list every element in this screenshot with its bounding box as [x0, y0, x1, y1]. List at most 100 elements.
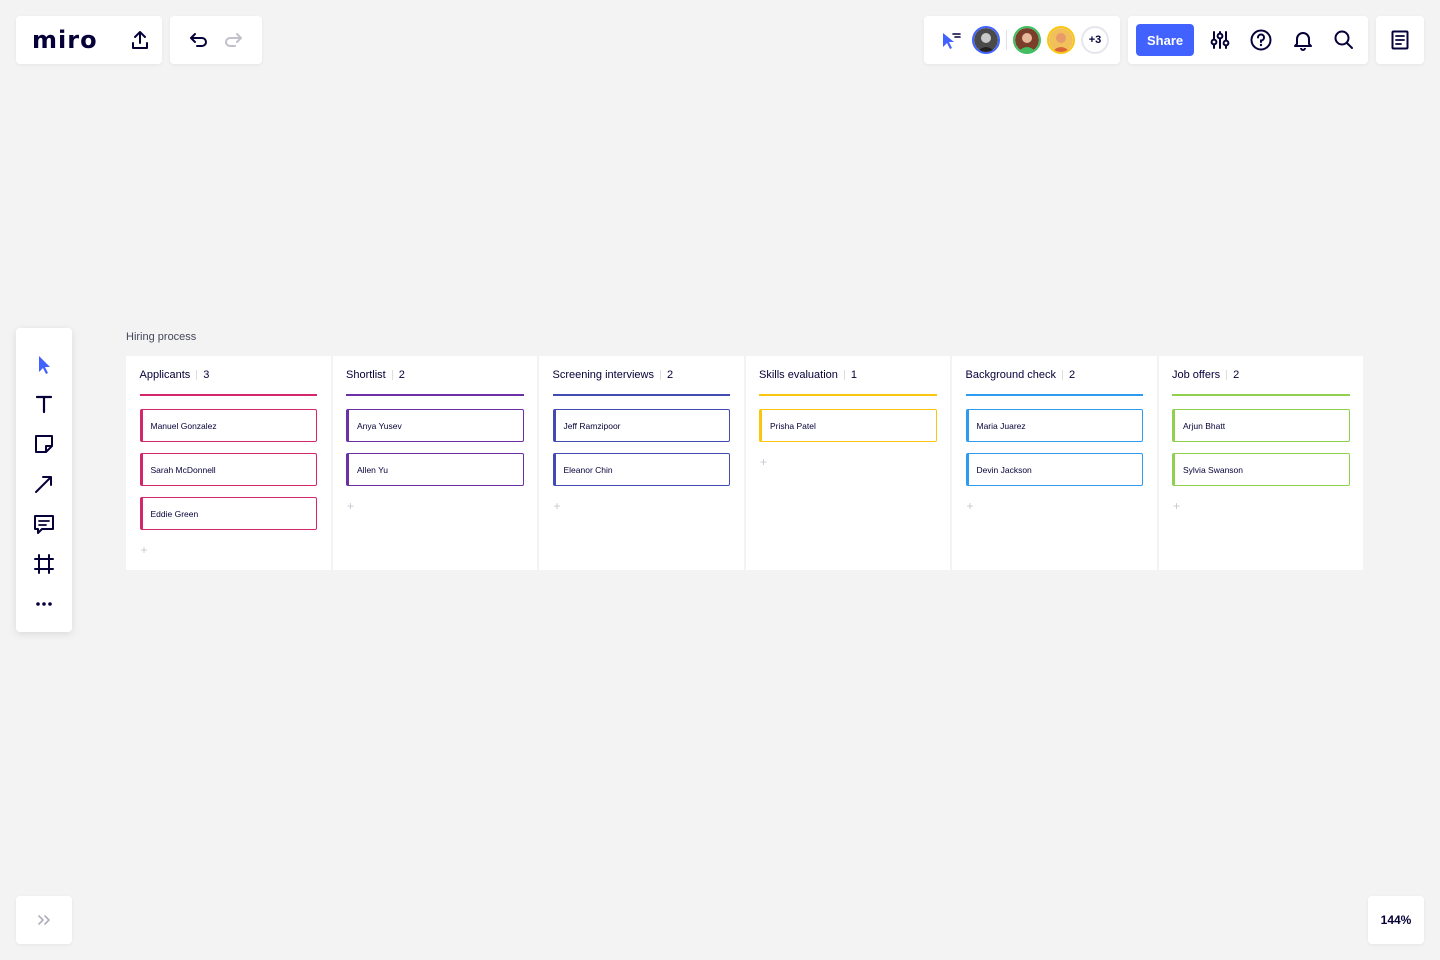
tools-panel: Share — [1128, 16, 1368, 64]
avatar-3[interactable] — [1047, 26, 1075, 54]
column-header: Job offers 2 — [1172, 356, 1350, 396]
card-list: Anya Yusev Allen Yu + — [346, 396, 524, 515]
column-title[interactable]: Screening interviews — [553, 369, 655, 381]
kanban-card[interactable]: Anya Yusev — [346, 409, 524, 442]
settings-sliders-icon[interactable] — [1204, 24, 1236, 56]
column-title[interactable]: Job offers — [1172, 369, 1220, 381]
column-title[interactable]: Skills evaluation — [759, 369, 838, 381]
more-tools-icon[interactable] — [24, 584, 64, 624]
card-list: Jeff Ramzipoor Eleanor Chin + — [552, 396, 730, 515]
card-title: Manuel Gonzalez — [150, 420, 217, 431]
creation-toolbar — [16, 328, 72, 632]
column-title[interactable]: Applicants — [140, 369, 191, 381]
card-title: Sarah McDonnell — [150, 464, 216, 475]
kanban-card[interactable]: Manuel Gonzalez — [139, 409, 317, 442]
more-collaborators-badge[interactable]: +3 — [1081, 26, 1109, 54]
kanban-column[interactable]: Applicants 3 Manuel Gonzalez Sarah McDonnel… — [126, 356, 331, 570]
frame-tool-icon[interactable] — [24, 544, 64, 584]
miro-logo[interactable]: miro — [32, 26, 98, 54]
history-panel — [170, 16, 262, 64]
kanban-card[interactable]: Prisha Patel — [759, 409, 937, 442]
card-list: Maria Juarez Devin Jackson + — [965, 396, 1143, 515]
kanban-column[interactable]: Shortlist 2 Anya Yusev Allen Yu + — [332, 356, 537, 570]
card-title: Arjun Bhatt — [1183, 420, 1226, 431]
count-divider — [196, 370, 198, 380]
kanban-column[interactable]: Job offers 2 Arjun Bhatt Sylvia Swanson + — [1158, 356, 1363, 570]
kanban-card[interactable]: Arjun Bhatt — [1172, 409, 1350, 442]
kanban-card[interactable]: Maria Juarez — [965, 409, 1143, 442]
card-title: Jeff Ramzipoor — [563, 420, 621, 431]
column-header: Shortlist 2 — [346, 356, 524, 396]
collaborators-panel: +3 — [924, 16, 1120, 64]
count-divider — [843, 370, 845, 380]
column-card-count: 2 — [398, 369, 405, 381]
avatar-1[interactable] — [972, 26, 1000, 54]
column-card-count: 3 — [203, 369, 210, 381]
cursor-follow-icon[interactable] — [934, 24, 966, 56]
count-divider — [1226, 370, 1228, 380]
count-divider — [391, 370, 393, 380]
add-card-button[interactable]: + — [553, 500, 561, 512]
column-header: Applicants 3 — [139, 356, 317, 396]
kanban-card[interactable]: Allen Yu — [346, 453, 524, 486]
notifications-bell-icon[interactable] — [1287, 24, 1319, 56]
column-header: Skills evaluation 1 — [759, 356, 937, 396]
share-button[interactable]: Share — [1136, 24, 1195, 56]
expand-panel — [16, 896, 72, 944]
card-title: Devin Jackson — [976, 464, 1032, 475]
undo-icon[interactable] — [182, 24, 214, 56]
column-title[interactable]: Shortlist — [346, 369, 386, 381]
notes-icon[interactable] — [1384, 24, 1416, 56]
sticky-note-icon[interactable] — [24, 424, 64, 464]
column-header: Screening interviews 2 — [552, 356, 730, 396]
column-card-count: 2 — [667, 369, 674, 381]
kanban-card[interactable]: Eleanor Chin — [552, 453, 730, 486]
kanban-column[interactable]: Screening interviews 2 Jeff Ramzipoor Elean… — [539, 356, 744, 570]
frame-title[interactable]: Hiring process — [126, 331, 196, 343]
card-title: Allen Yu — [357, 464, 389, 475]
kanban-card[interactable]: Sarah McDonnell — [139, 453, 317, 486]
line-arrow-icon[interactable] — [24, 464, 64, 504]
help-icon[interactable] — [1245, 24, 1277, 56]
column-title[interactable]: Background check — [966, 369, 1057, 381]
text-tool-icon[interactable] — [24, 384, 64, 424]
column-card-count: 1 — [850, 369, 857, 381]
add-card-button[interactable]: + — [346, 500, 354, 512]
kanban-card[interactable]: Sylvia Swanson — [1172, 453, 1350, 486]
count-divider — [660, 370, 661, 380]
count-divider — [1062, 370, 1063, 380]
notes-panel — [1376, 16, 1424, 64]
add-card-button[interactable]: + — [1172, 500, 1180, 512]
comment-icon[interactable] — [24, 504, 64, 544]
add-card-button[interactable]: + — [140, 544, 148, 556]
kanban-card[interactable]: Devin Jackson — [965, 453, 1143, 486]
kanban-column[interactable]: Skills evaluation 1 Prisha Patel + — [745, 356, 950, 570]
card-list: Manuel Gonzalez Sarah McDonnell Eddie Gree… — [139, 396, 317, 559]
avatar-2[interactable] — [1013, 26, 1041, 54]
card-title: Anya Yusev — [357, 420, 402, 431]
card-title: Eddie Green — [150, 508, 199, 519]
zoom-level[interactable]: 144% — [1368, 896, 1424, 944]
card-list: Prisha Patel + — [759, 396, 937, 471]
export-icon[interactable] — [130, 24, 150, 56]
card-title: Sylvia Swanson — [1183, 464, 1244, 475]
kanban-board: Applicants 3 Manuel Gonzalez Sarah McDonnel… — [126, 356, 1363, 570]
card-list: Arjun Bhatt Sylvia Swanson + — [1172, 396, 1350, 515]
logo-panel: miro — [16, 16, 162, 64]
add-card-button[interactable]: + — [966, 500, 974, 512]
double-chevron-right-icon[interactable] — [28, 904, 60, 936]
select-cursor-icon[interactable] — [24, 344, 64, 384]
kanban-card[interactable]: Jeff Ramzipoor — [552, 409, 730, 442]
card-title: Eleanor Chin — [563, 464, 613, 475]
search-icon[interactable] — [1328, 24, 1360, 56]
kanban-column[interactable]: Background check 2 Maria Juarez Devin Jacks… — [952, 356, 1157, 570]
redo-icon[interactable] — [218, 24, 250, 56]
card-title: Maria Juarez — [976, 420, 1026, 431]
kanban-card[interactable]: Eddie Green — [139, 497, 317, 530]
add-card-button[interactable]: + — [759, 456, 767, 468]
card-title: Prisha Patel — [770, 420, 816, 431]
column-card-count: 2 — [1069, 369, 1076, 381]
column-card-count: 2 — [1233, 369, 1240, 381]
column-header: Background check 2 — [965, 356, 1143, 396]
avatar-divider — [1006, 30, 1007, 50]
